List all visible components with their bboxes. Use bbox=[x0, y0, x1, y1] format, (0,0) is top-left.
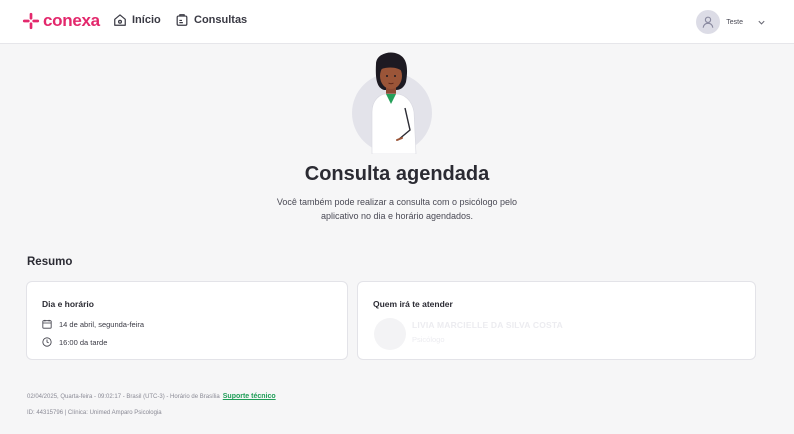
nav-home[interactable]: Início bbox=[113, 13, 161, 27]
user-icon bbox=[702, 16, 714, 28]
psychologist-illustration bbox=[371, 52, 417, 154]
professional-card: Quem irá te atender LIVIA MARCIELLE DA S… bbox=[357, 281, 756, 360]
footer-datetime: 02/04/2025, Quarta-feira - 09:02:17 - Br… bbox=[27, 393, 220, 400]
avatar bbox=[696, 10, 721, 34]
professional-avatar bbox=[374, 318, 406, 350]
user-name: Teste bbox=[726, 18, 743, 26]
clock-icon bbox=[42, 337, 52, 347]
appointment-date: 14 de abril, segunda-feira bbox=[59, 319, 145, 329]
nav-appointments[interactable]: Consultas bbox=[175, 13, 247, 27]
brand-name: conexa bbox=[43, 11, 100, 30]
datetime-card: Dia e horário 14 de abril, segunda-feira… bbox=[26, 281, 348, 360]
clipboard-icon bbox=[176, 14, 188, 26]
conexa-mark-icon bbox=[22, 12, 40, 30]
user-menu[interactable]: Teste bbox=[696, 10, 766, 34]
appointment-time: 16:00 da tarde bbox=[59, 337, 108, 347]
datetime-card-title: Dia e horário bbox=[42, 299, 94, 309]
footer-id-line: ID: 44315796 | Clínica: Unimed Amparo Ps… bbox=[27, 410, 162, 416]
top-navbar: conexa Início Consultas Teste bbox=[0, 0, 794, 44]
nav-appointments-label: Consultas bbox=[194, 14, 248, 26]
footer-datetime-line: 02/04/2025, Quarta-feira - 09:02:17 - Br… bbox=[27, 393, 276, 400]
summary-heading: Resumo bbox=[27, 256, 73, 268]
date-row: 14 de abril, segunda-feira bbox=[42, 319, 144, 329]
nav-home-label: Início bbox=[132, 14, 161, 26]
professional-name: LIVIA MARCIELLE DA SILVA COSTA bbox=[412, 320, 563, 330]
professional-card-title: Quem irá te atender bbox=[373, 299, 453, 309]
support-link[interactable]: Suporte técnico bbox=[223, 393, 276, 400]
conexa-logo[interactable]: conexa bbox=[22, 12, 100, 30]
page-title: Consulta agendada bbox=[304, 163, 490, 185]
time-row: 16:00 da tarde bbox=[42, 337, 107, 347]
professional-role: Psicólogo bbox=[412, 335, 445, 344]
page-subtitle: Você também pode realizar a consulta com… bbox=[276, 197, 518, 221]
home-icon bbox=[114, 14, 126, 26]
chevron-down-icon[interactable] bbox=[757, 18, 766, 27]
calendar-icon bbox=[42, 319, 52, 329]
